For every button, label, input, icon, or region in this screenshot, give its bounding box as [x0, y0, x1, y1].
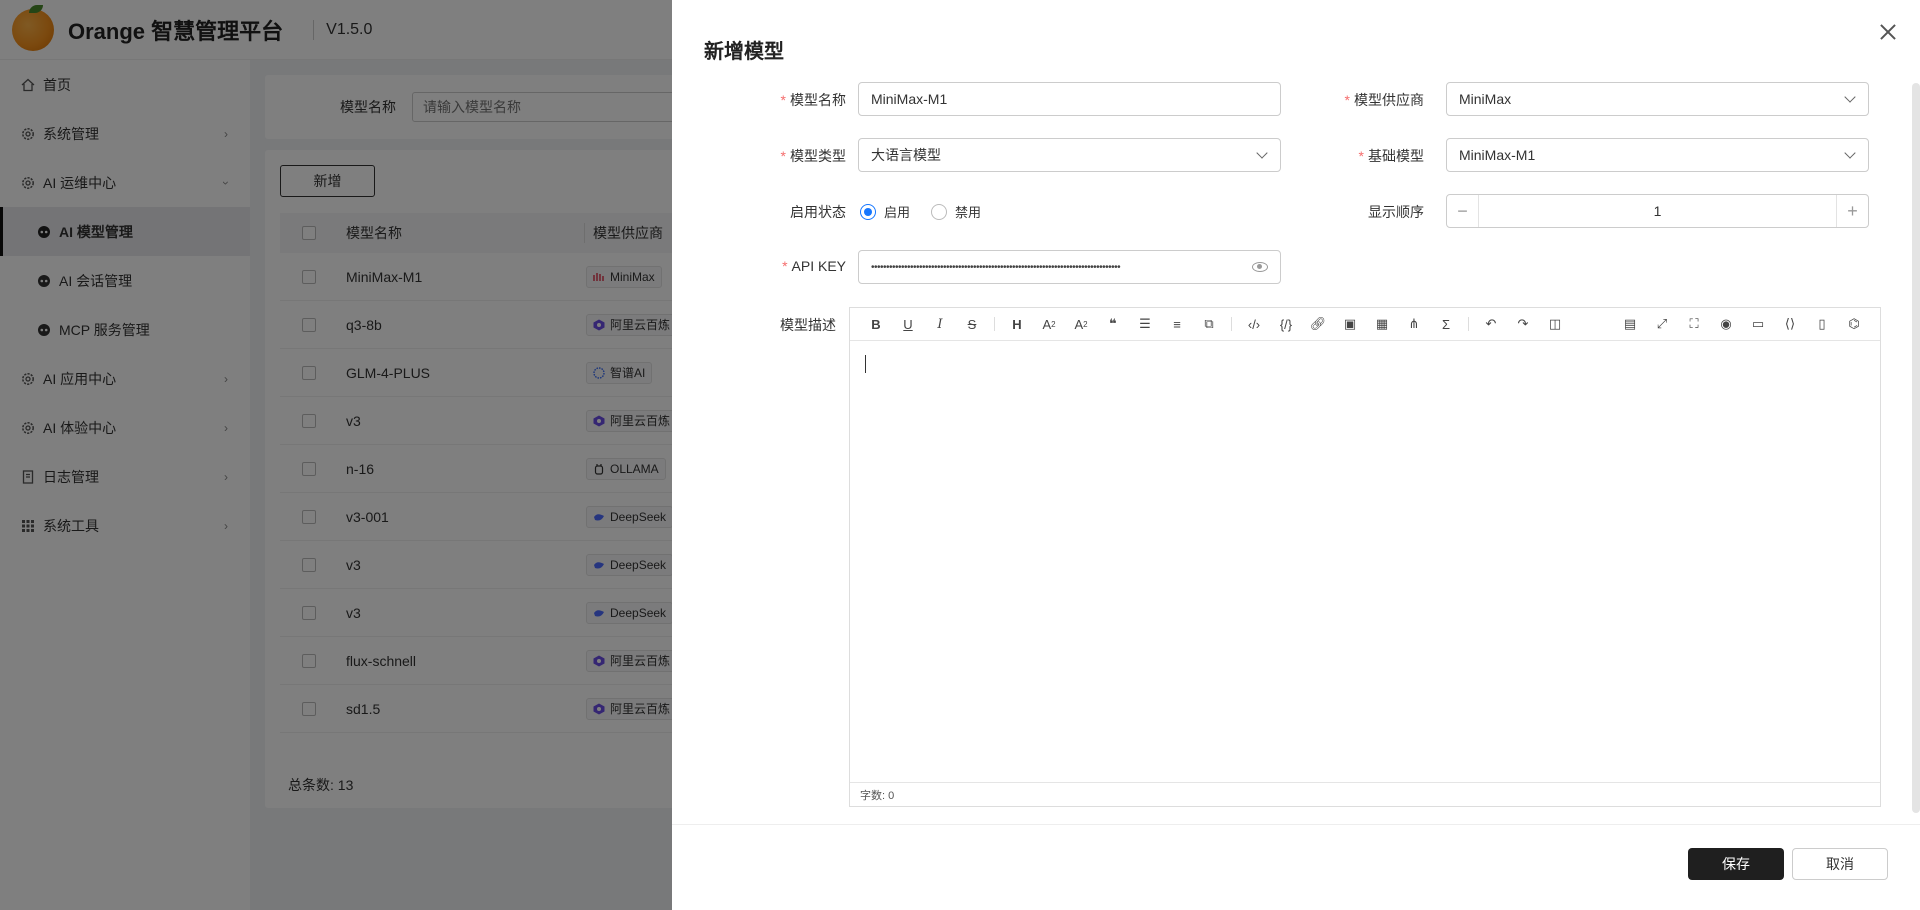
editor-toolbar: B U I S H A2 A2 ❝ ☰ ≡ ⧉ ‹/› {/} 🔗︎ ▣ ▦ ⋔… [850, 308, 1880, 341]
base-model-select[interactable]: MiniMax-M1 [1446, 138, 1869, 172]
code-icon[interactable]: ‹/› [1238, 312, 1270, 336]
unordered-list-icon[interactable]: ☰ [1129, 312, 1161, 336]
text-caret [865, 355, 866, 373]
quote-icon[interactable]: ❝ [1097, 312, 1129, 336]
underline-icon[interactable]: U [892, 312, 924, 336]
formula-icon[interactable]: Σ [1430, 312, 1462, 336]
status-disabled-radio[interactable]: 禁用 [931, 202, 981, 221]
bold-icon[interactable]: B [860, 312, 892, 336]
chevron-down-icon [1844, 147, 1856, 159]
display-order-label: 显示顺序 [1368, 204, 1424, 220]
preview-icon[interactable]: ◉ [1710, 312, 1742, 336]
drawer-footer-divider [672, 824, 1920, 825]
strikethrough-icon[interactable]: S [956, 312, 988, 336]
diagram-icon[interactable]: ⋔ [1398, 312, 1430, 336]
html-preview-icon[interactable]: ▭ [1742, 312, 1774, 336]
markdown-editor: B U I S H A2 A2 ❝ ☰ ≡ ⧉ ‹/› {/} 🔗︎ ▣ ▦ ⋔… [849, 307, 1881, 807]
editor-textarea[interactable] [850, 341, 1880, 781]
status-enabled-radio[interactable]: 启用 [860, 202, 910, 221]
undo-icon[interactable]: ↶ [1475, 312, 1507, 336]
heading-icon[interactable]: H [1001, 312, 1033, 336]
eye-icon[interactable] [1252, 262, 1268, 272]
model-type-label: * 模型类型 [780, 148, 846, 164]
increment-button[interactable]: + [1836, 195, 1868, 227]
chevron-down-icon [1844, 91, 1856, 103]
task-list-icon[interactable]: ⧉ [1193, 312, 1225, 336]
model-provider-label: * 模型供应商 [1344, 92, 1424, 108]
add-model-drawer: 新增模型 * 模型名称 MiniMax-M1 * 模型供应商 MiniMax * 模型… [672, 0, 1920, 910]
table-icon[interactable]: ▦ [1366, 312, 1398, 336]
model-name-input[interactable]: MiniMax-M1 [858, 82, 1281, 116]
drawer-title: 新增模型 [704, 41, 784, 63]
subscript-icon[interactable]: A2 [1033, 312, 1065, 336]
scrollbar[interactable] [1912, 83, 1920, 813]
ordered-list-icon[interactable]: ≡ [1161, 312, 1193, 336]
document-icon[interactable]: ▯ [1806, 312, 1838, 336]
page-fullscreen-icon[interactable]: ⛶ [1678, 312, 1710, 336]
model-name-label: * 模型名称 [780, 92, 846, 108]
code-block-icon[interactable]: {/} [1270, 312, 1302, 336]
api-key-input[interactable]: ••••••••••••••••••••••••••••••••••••••••… [858, 250, 1281, 284]
link-icon[interactable]: 🔗︎ [1302, 312, 1334, 336]
decrement-button[interactable]: − [1447, 195, 1479, 227]
catalog-icon[interactable]: ▤ [1614, 312, 1646, 336]
source-code-icon[interactable]: ⟨⟩ [1774, 312, 1806, 336]
model-type-select[interactable]: 大语言模型 [858, 138, 1281, 172]
save-button[interactable]: 保存 [1688, 848, 1784, 880]
base-model-label: * 基础模型 [1358, 148, 1424, 164]
github-icon[interactable]: ⌬ [1838, 312, 1870, 336]
cancel-button[interactable]: 取消 [1792, 848, 1888, 880]
display-order-value[interactable]: 1 [1479, 203, 1836, 219]
model-provider-select[interactable]: MiniMax [1446, 82, 1869, 116]
superscript-icon[interactable]: A2 [1065, 312, 1097, 336]
editor-footer: 字数: 0 [850, 782, 1880, 806]
close-icon[interactable] [1878, 22, 1898, 42]
word-count: 字数: 0 [860, 789, 895, 802]
redo-icon[interactable]: ↷ [1507, 312, 1539, 336]
italic-icon[interactable]: I [924, 312, 956, 336]
chevron-down-icon [1256, 147, 1268, 159]
fullscreen-icon[interactable]: ⤢ [1646, 312, 1678, 336]
save-draft-icon[interactable]: ◫ [1539, 312, 1571, 336]
status-label: 启用状态 [790, 204, 846, 220]
api-key-label: * API KEY [782, 258, 846, 274]
description-label: 模型描述 [780, 317, 836, 333]
image-icon[interactable]: ▣ [1334, 312, 1366, 336]
display-order-stepper[interactable]: − 1 + [1446, 194, 1869, 228]
